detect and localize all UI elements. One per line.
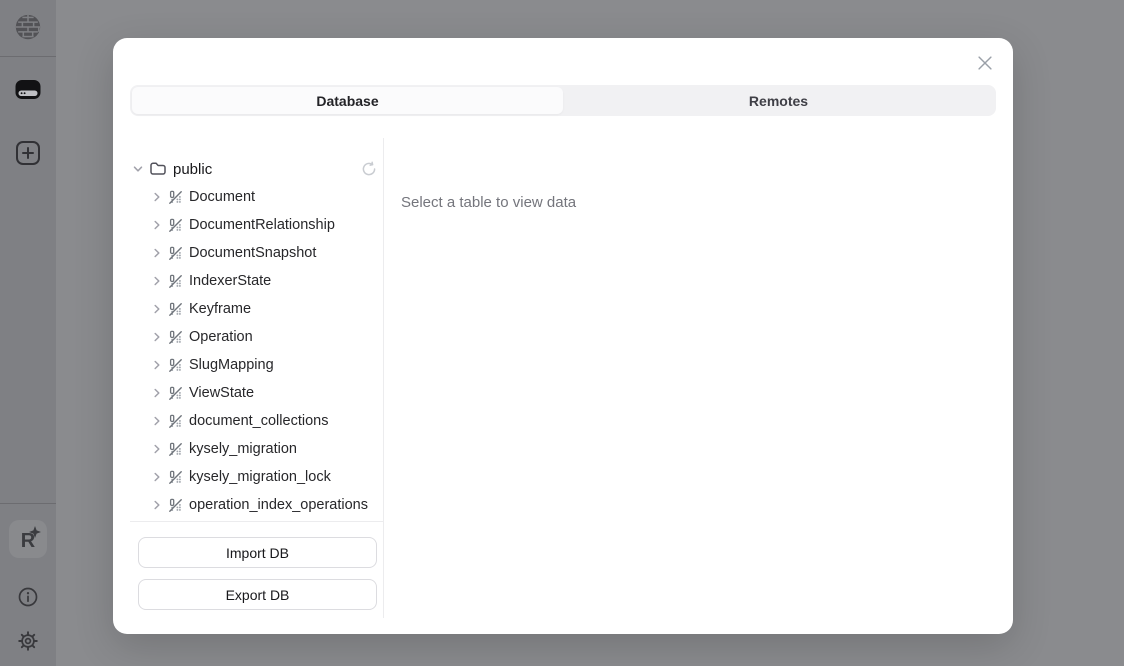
- chevron-right-icon[interactable]: [151, 471, 163, 483]
- table-icon: [168, 358, 183, 373]
- chevron-right-icon[interactable]: [151, 387, 163, 399]
- refresh-icon[interactable]: [361, 161, 377, 177]
- schema-row-public[interactable]: public: [130, 155, 383, 183]
- table-icon: [168, 442, 183, 457]
- table-row[interactable]: DocumentSnapshot: [130, 239, 383, 267]
- table-name: Document: [189, 189, 255, 205]
- table-icon: [168, 470, 183, 485]
- chevron-right-icon[interactable]: [151, 499, 163, 511]
- table-icon: [168, 498, 183, 513]
- table-icon: [168, 246, 183, 261]
- tab-bar: Database Remotes: [130, 85, 996, 116]
- table-name: IndexerState: [189, 273, 271, 289]
- add-new-icon[interactable]: [14, 139, 42, 167]
- table-row[interactable]: DocumentRelationship: [130, 211, 383, 239]
- table-row[interactable]: IndexerState: [130, 267, 383, 295]
- table-row[interactable]: Keyframe: [130, 295, 383, 323]
- table-icon: [168, 274, 183, 289]
- actions-divider: [130, 521, 383, 522]
- table-row[interactable]: Operation: [130, 323, 383, 351]
- sidebar-divider-bottom: [0, 503, 56, 504]
- sidebar-divider-top: [0, 56, 56, 57]
- chevron-right-icon[interactable]: [151, 415, 163, 427]
- table-name: Keyframe: [189, 301, 251, 317]
- info-icon[interactable]: [17, 586, 39, 608]
- folder-icon: [149, 161, 167, 177]
- chevron-right-icon[interactable]: [151, 359, 163, 371]
- app-sidebar: R: [0, 0, 56, 666]
- table-name: DocumentRelationship: [189, 217, 335, 233]
- table-row[interactable]: document_collections: [130, 407, 383, 435]
- table-row[interactable]: SlugMapping: [130, 351, 383, 379]
- table-name: ViewState: [189, 385, 254, 401]
- table-icon: [168, 190, 183, 205]
- chevron-right-icon[interactable]: [151, 275, 163, 287]
- table-row[interactable]: ViewState: [130, 379, 383, 407]
- export-db-button[interactable]: Export DB: [138, 579, 377, 610]
- table-list: Document: [130, 183, 383, 519]
- globe-logo-icon[interactable]: [13, 12, 43, 42]
- table-name: DocumentSnapshot: [189, 245, 316, 261]
- table-icon: [168, 218, 183, 233]
- empty-state-text: Select a table to view data: [401, 194, 576, 211]
- database-dialog: Database Remotes public: [113, 38, 1013, 634]
- chevron-right-icon[interactable]: [151, 191, 163, 203]
- sparkle-icon: [29, 526, 41, 538]
- schema-tree: public: [130, 155, 383, 519]
- panel-vertical-divider: [383, 138, 384, 618]
- chevron-right-icon[interactable]: [151, 331, 163, 343]
- import-db-button[interactable]: Import DB: [138, 537, 377, 568]
- table-row[interactable]: Document: [130, 183, 383, 211]
- tab-database[interactable]: Database: [132, 87, 563, 114]
- chevron-right-icon[interactable]: [151, 247, 163, 259]
- drive-icon[interactable]: [12, 73, 44, 105]
- close-icon[interactable]: [974, 52, 996, 74]
- table-icon: [168, 330, 183, 345]
- chevron-right-icon[interactable]: [151, 303, 163, 315]
- chevron-down-icon[interactable]: [132, 163, 144, 175]
- table-name: SlugMapping: [189, 357, 274, 373]
- r-sparkle-logo[interactable]: R: [9, 520, 47, 558]
- chevron-right-icon[interactable]: [151, 219, 163, 231]
- table-name: operation_index_operations: [189, 497, 368, 513]
- tab-remotes[interactable]: Remotes: [563, 87, 994, 114]
- table-name: Operation: [189, 329, 253, 345]
- table-icon: [168, 386, 183, 401]
- table-name: kysely_migration: [189, 441, 297, 457]
- chevron-right-icon[interactable]: [151, 443, 163, 455]
- table-row[interactable]: kysely_migration_lock: [130, 463, 383, 491]
- schema-label: public: [173, 161, 212, 178]
- table-row[interactable]: operation_index_operations: [130, 491, 383, 519]
- settings-gear-icon[interactable]: [17, 630, 39, 652]
- table-name: document_collections: [189, 413, 328, 429]
- table-name: kysely_migration_lock: [189, 469, 331, 485]
- table-icon: [168, 302, 183, 317]
- table-row[interactable]: kysely_migration: [130, 435, 383, 463]
- table-icon: [168, 414, 183, 429]
